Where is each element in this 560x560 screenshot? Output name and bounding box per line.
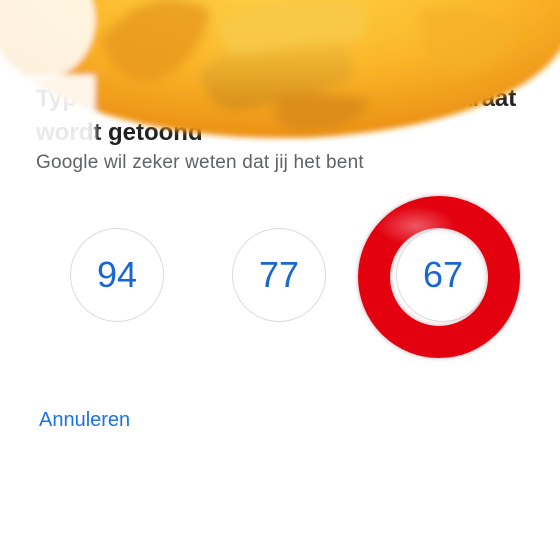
verification-screen: Typ he pparaat wordt getoond Google wil z…: [0, 0, 560, 560]
cancel-link[interactable]: Annuleren: [39, 409, 130, 432]
prompt-title-line2: wordt getoond: [36, 119, 203, 146]
prompt-title-start: Typ he: [36, 85, 112, 112]
prompt-title-end: pparaat: [429, 85, 517, 112]
number-option-1[interactable]: 94: [70, 228, 164, 322]
prompt-title: Typ he pparaat wordt getoond: [36, 82, 526, 150]
number-option-2[interactable]: 77: [232, 228, 326, 322]
prompt-subtitle: Google wil zeker weten dat jij het bent: [36, 152, 364, 173]
number-option-3[interactable]: 67: [396, 228, 490, 322]
